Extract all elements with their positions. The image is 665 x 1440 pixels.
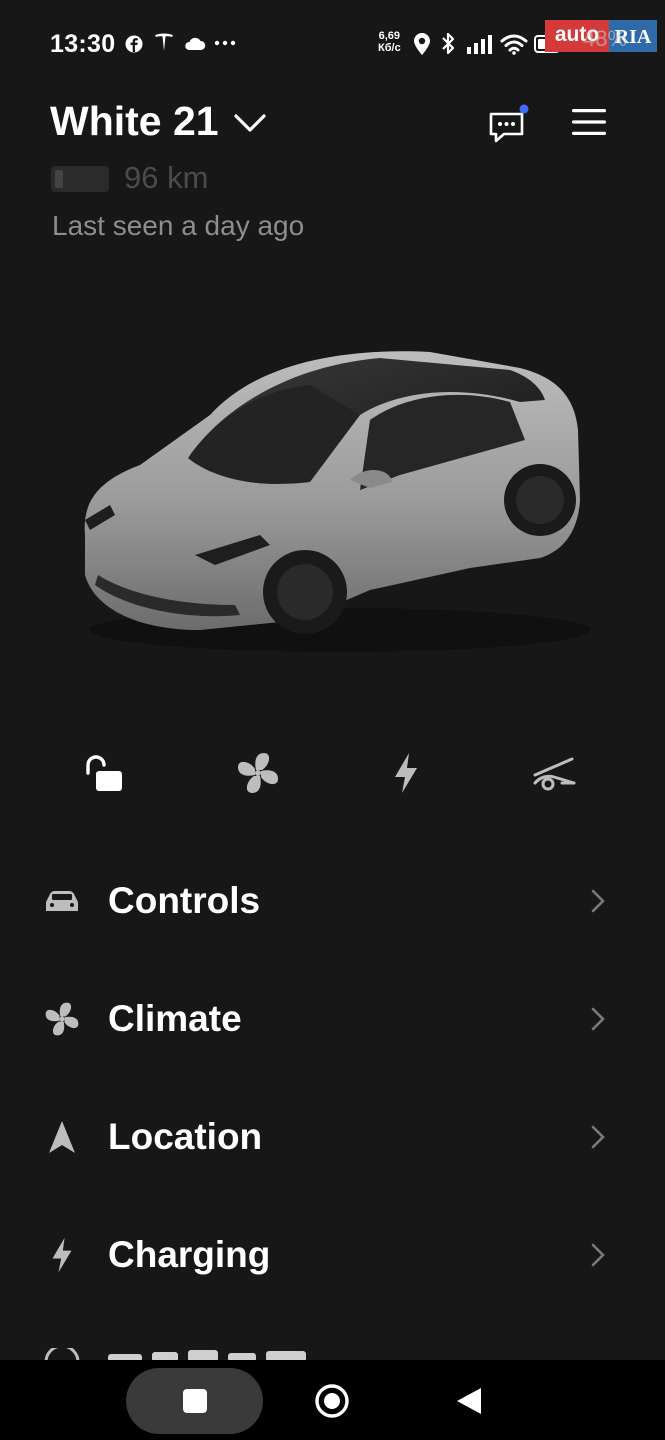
- recents-square-icon: [183, 1389, 207, 1413]
- chevron-right-icon: [590, 960, 614, 1078]
- network-speed: 6,69 Кб/с: [378, 30, 401, 54]
- more-icon: [214, 40, 236, 46]
- chevron-right-icon: [590, 842, 614, 960]
- hamburger-menu-icon[interactable]: [570, 106, 608, 138]
- menu-item-climate[interactable]: Climate: [0, 960, 665, 1078]
- back-button[interactable]: [446, 1378, 492, 1424]
- range-text: 96 km: [124, 160, 209, 195]
- frunk-icon: [533, 757, 576, 791]
- network-speed-value: 6,69: [378, 30, 401, 42]
- climate-quick-button[interactable]: [228, 745, 288, 801]
- clock: 13:30: [50, 30, 116, 58]
- recents-button[interactable]: [172, 1378, 218, 1424]
- fan-icon: [238, 753, 278, 793]
- home-button[interactable]: [309, 1378, 355, 1424]
- unread-dot: [519, 104, 529, 114]
- network-speed-unit: Кб/с: [378, 42, 401, 54]
- car-name[interactable]: White 21: [50, 98, 219, 145]
- unlock-icon: [86, 755, 122, 791]
- status-bar: 13:30 6,69 Кб/с auto RIA 48%: [0, 0, 665, 90]
- menu-label-controls: Controls: [108, 880, 261, 921]
- car-battery-fill: [55, 170, 63, 188]
- navigation-arrow-icon: [42, 1078, 82, 1196]
- back-triangle-icon: [457, 1388, 481, 1414]
- facebook-icon: [125, 35, 143, 53]
- menu-label-charging: Charging: [108, 1234, 271, 1275]
- home-circle-icon: [315, 1384, 349, 1418]
- menu-item-charging[interactable]: Charging: [0, 1196, 665, 1314]
- wifi-icon: [500, 34, 528, 55]
- bolt-icon: [42, 1196, 82, 1314]
- menu-label-location: Location: [108, 1116, 263, 1157]
- car-icon: [42, 842, 82, 960]
- frunk-button[interactable]: [525, 745, 585, 801]
- car-image: [84, 351, 590, 652]
- chevron-right-icon: [590, 1196, 614, 1314]
- battery-percent: 48%: [583, 26, 628, 51]
- messages-button[interactable]: [486, 104, 530, 144]
- bolt-icon: [395, 753, 417, 793]
- tesla-icon: [155, 33, 173, 51]
- menu-item-controls[interactable]: Controls: [0, 842, 665, 960]
- menu-item-location[interactable]: Location: [0, 1078, 665, 1196]
- unlock-button[interactable]: [74, 745, 134, 801]
- autoria-watermark: auto RIA 48%: [545, 20, 657, 56]
- menu-label-climate: Climate: [108, 998, 242, 1039]
- bluetooth-icon: [442, 32, 455, 55]
- car-battery-indicator: [51, 166, 109, 192]
- location-icon: [414, 33, 430, 55]
- fan-icon: [42, 960, 82, 1078]
- signal-icon: [467, 35, 492, 54]
- charge-port-button[interactable]: [376, 745, 436, 801]
- cloud-icon: [185, 37, 206, 50]
- last-seen-text: Last seen a day ago: [52, 210, 305, 241]
- chevron-down-icon[interactable]: [233, 112, 267, 134]
- chevron-right-icon: [590, 1078, 614, 1196]
